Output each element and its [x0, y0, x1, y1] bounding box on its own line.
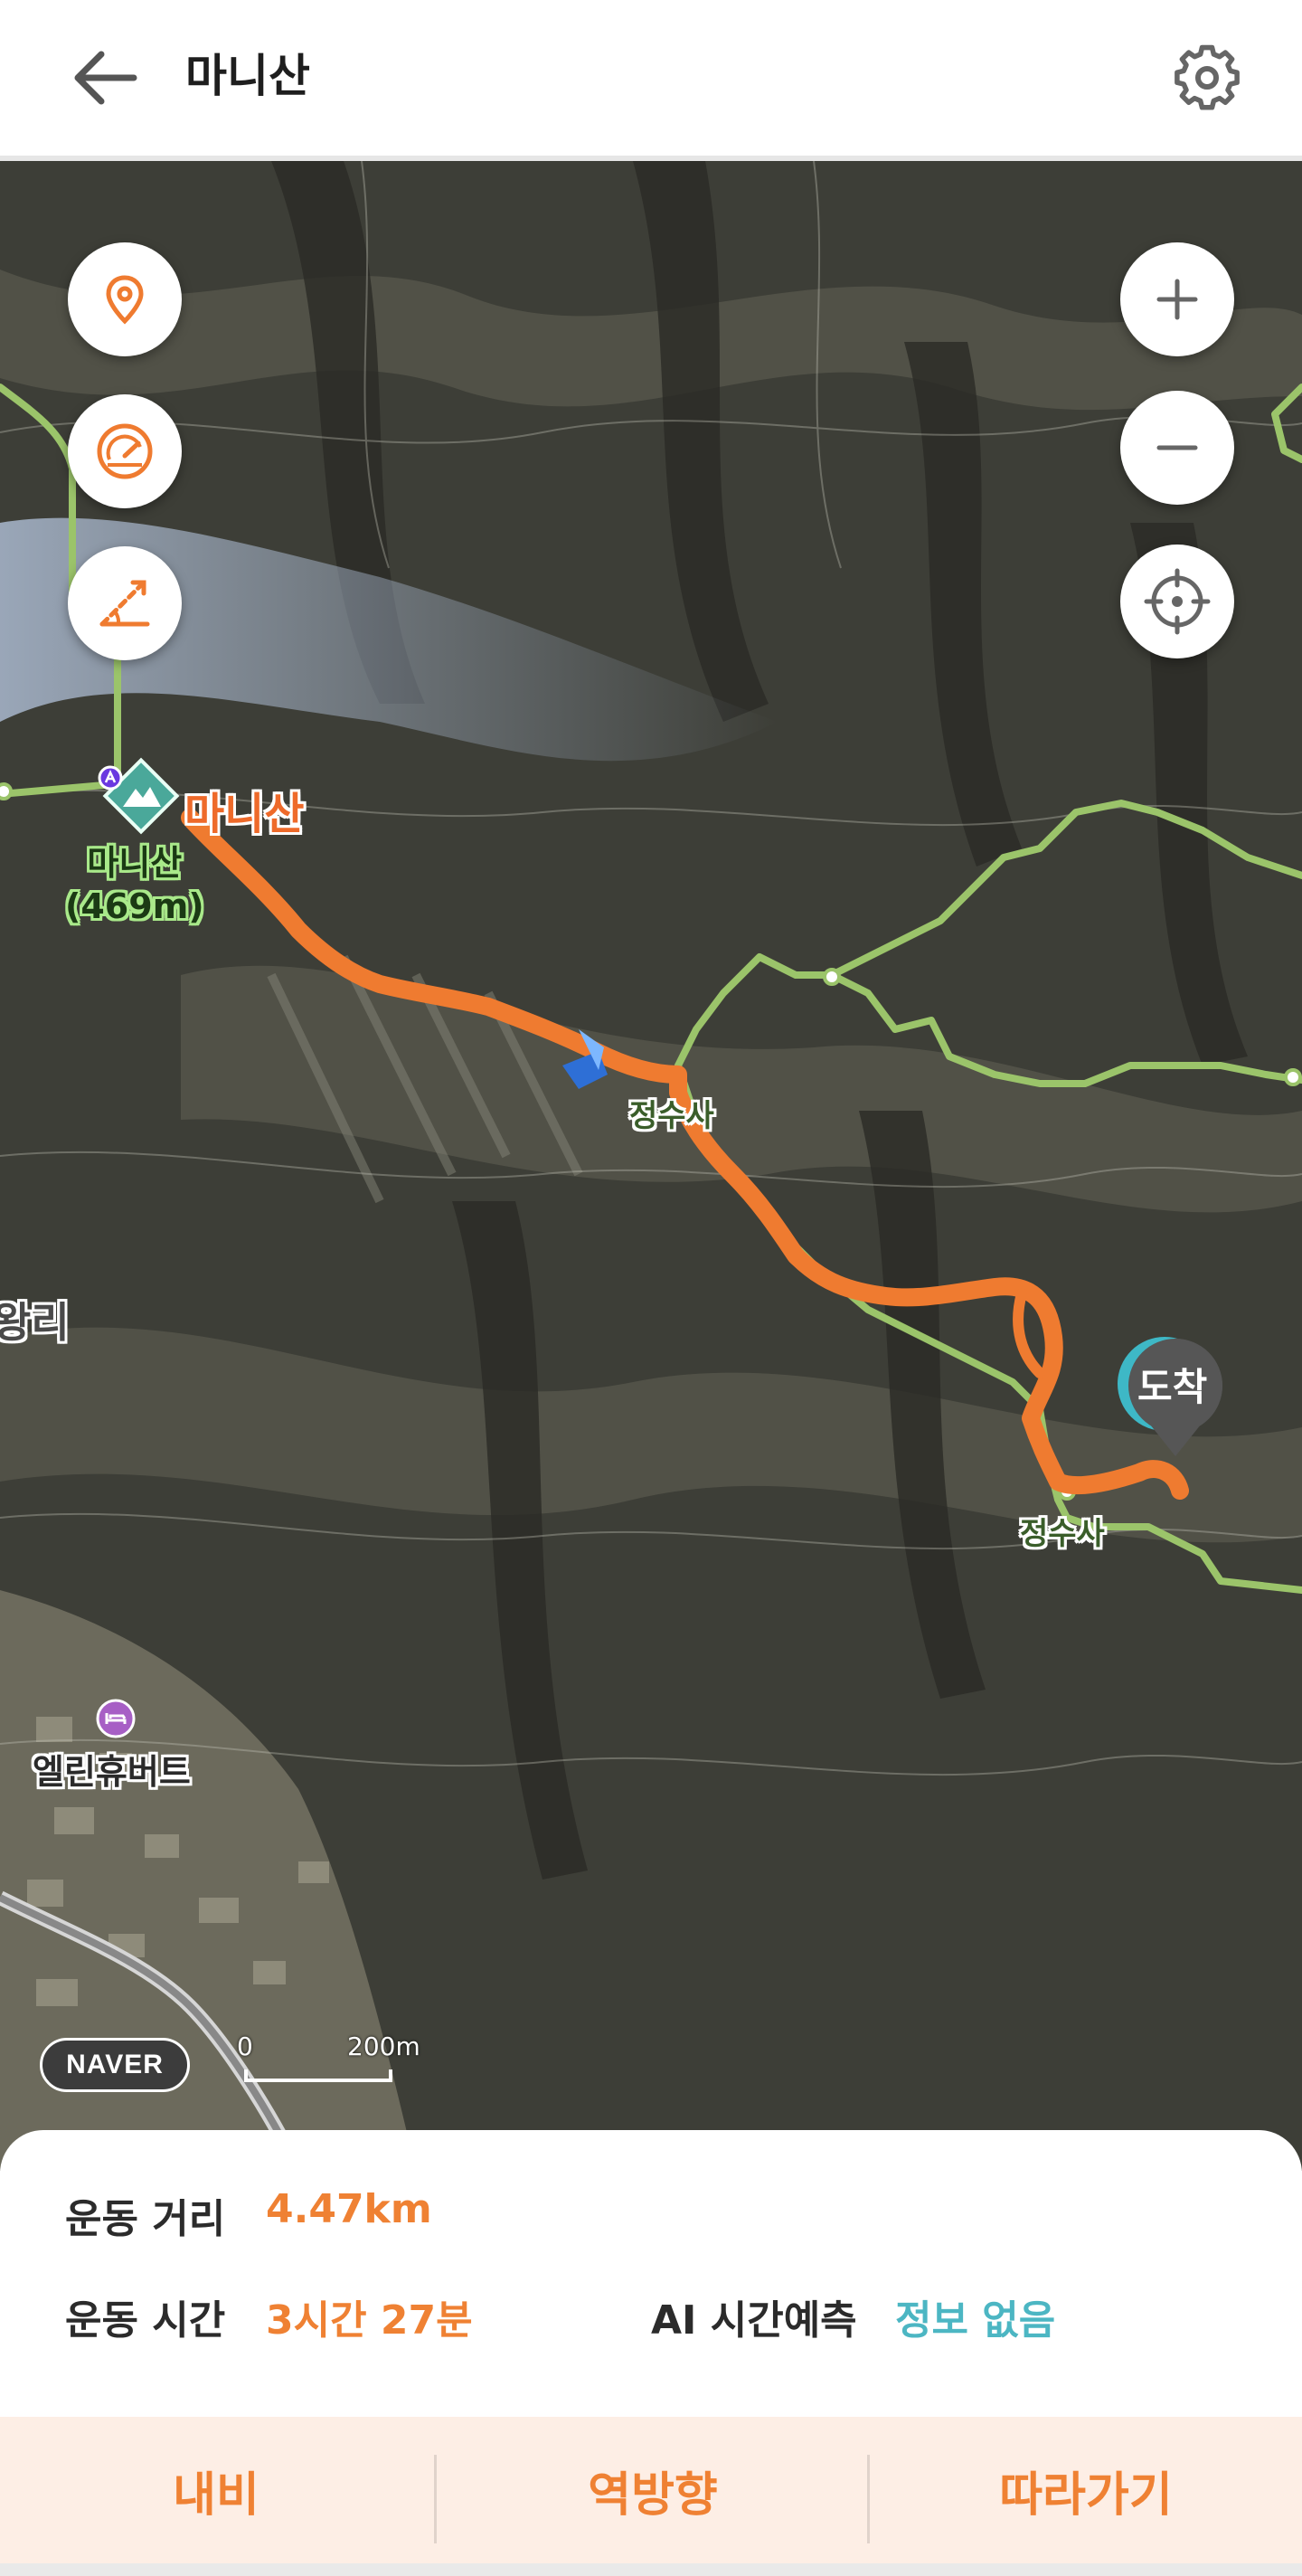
lodging-icon[interactable] — [96, 1699, 136, 1738]
elevation-slope-icon — [99, 580, 150, 627]
locate-me-icon — [1144, 568, 1211, 635]
zoom-out-button[interactable] — [1120, 391, 1234, 505]
arrow-left-icon — [74, 51, 137, 105]
action-bar: 내비 역방향 따라가기 — [0, 2417, 1302, 2563]
map-pin-button[interactable] — [68, 242, 182, 356]
arrival-label: 도착 — [1137, 1365, 1208, 1409]
scale-distance-label: 200m — [347, 2031, 420, 2061]
place-label-jeongsusa: 정수사 — [1020, 1516, 1105, 1552]
follow-button[interactable]: 따라가기 — [870, 2417, 1302, 2563]
ai-estimate-value: 정보 없음 — [895, 2297, 1056, 2344]
locate-me-button[interactable] — [1120, 545, 1234, 658]
naver-logo: NAVER — [40, 2038, 190, 2092]
distance-value: 4.47km — [266, 2186, 432, 2232]
summit-badge-icon — [98, 765, 123, 791]
time-label: 운동 시간 — [65, 2297, 226, 2344]
distance-label: 운동 거리 — [65, 2196, 226, 2242]
peak-name-text: 마니산 — [87, 843, 183, 883]
place-label-jeongsusa-top: 정수사 — [629, 1098, 714, 1134]
back-button[interactable] — [65, 42, 146, 114]
ai-estimate-label: AI 시간예측 — [651, 2297, 857, 2344]
scale-zero-label: 0 — [237, 2031, 253, 2061]
peak-altitude-text: (469m) — [65, 886, 204, 926]
gear-icon — [1175, 44, 1240, 110]
place-label-lodging: 엘린휴버트 — [33, 1752, 191, 1792]
satellite-terrain — [0, 161, 1302, 2171]
zoom-in-button[interactable] — [1120, 242, 1234, 356]
map-view[interactable]: 마니산 마니산 (469m) 정수사 왕리 정수사 엘린휴버트 도착 NAVER… — [0, 161, 1302, 2171]
peak-marker-icon[interactable] — [96, 751, 186, 841]
system-nav-strip — [0, 2563, 1302, 2576]
navigate-button[interactable]: 내비 — [0, 2417, 432, 2563]
place-label-village: 왕리 — [0, 1298, 70, 1347]
activity-info-panel: 운동 거리 4.47km 운동 시간 3시간 27분 AI 시간예측 정보 없음 — [0, 2130, 1302, 2420]
map-pin-icon — [106, 275, 144, 325]
speed-button[interactable] — [68, 394, 182, 508]
page-title: 마니산 — [185, 50, 310, 102]
settings-button[interactable] — [1166, 40, 1248, 116]
reverse-button[interactable]: 역방향 — [437, 2417, 869, 2563]
zoom-in-icon — [1156, 279, 1198, 320]
zoom-out-icon — [1156, 445, 1198, 450]
slope-button[interactable] — [68, 546, 182, 660]
time-value: 3시간 27분 — [266, 2297, 473, 2344]
speedometer-icon — [97, 423, 153, 479]
peak-name-label: 마니산 (469m) — [65, 841, 204, 928]
peak-title-label: 마니산 — [184, 789, 305, 839]
app-header: 마니산 — [0, 0, 1302, 161]
